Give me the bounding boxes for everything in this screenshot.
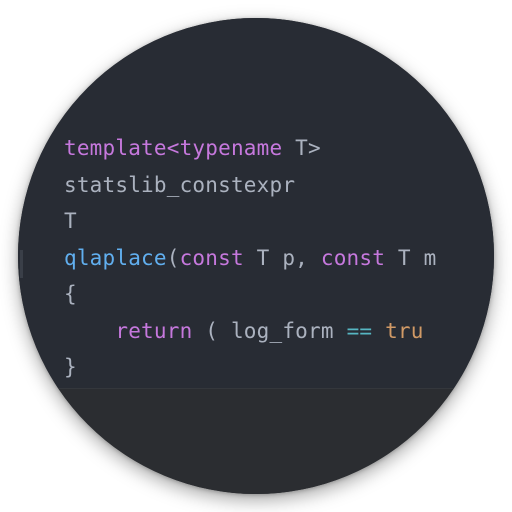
code-token: T> xyxy=(282,136,321,160)
code-token: tru xyxy=(385,318,424,343)
gutter-marker xyxy=(20,250,23,278)
code-line: template<typename T> xyxy=(64,130,436,167)
code-line: return ( log_form == tru xyxy=(64,313,436,350)
code-token: ( xyxy=(166,245,180,270)
code-token: ( log_form xyxy=(192,318,347,343)
editor-lower-panel xyxy=(18,388,494,494)
code-token: } xyxy=(64,355,77,379)
code-token: template<typename xyxy=(64,136,283,160)
code-block: template<typename T> statslib_constexpr Tq… xyxy=(64,130,436,386)
code-token: { xyxy=(64,282,77,306)
code-line: } xyxy=(64,349,436,386)
code-token: T p, xyxy=(243,245,321,270)
code-token: const xyxy=(320,245,386,270)
code-token: statslib_constexpr xyxy=(64,172,296,197)
code-token: qlaplace xyxy=(64,245,167,270)
code-snippet-circle: template<typename T> statslib_constexpr Tq… xyxy=(18,18,494,494)
code-line: { xyxy=(64,276,436,313)
code-token: T m xyxy=(385,245,437,270)
code-token: == xyxy=(346,318,373,343)
code-line: T xyxy=(64,203,436,240)
code-line: qlaplace(const T p, const T m xyxy=(64,240,436,277)
code-editor: template<typename T> statslib_constexpr Tq… xyxy=(18,18,494,388)
code-line: statslib_constexpr xyxy=(64,167,436,204)
code-token: const xyxy=(179,245,244,270)
code-token: T xyxy=(64,209,77,233)
code-token: return xyxy=(115,318,193,343)
